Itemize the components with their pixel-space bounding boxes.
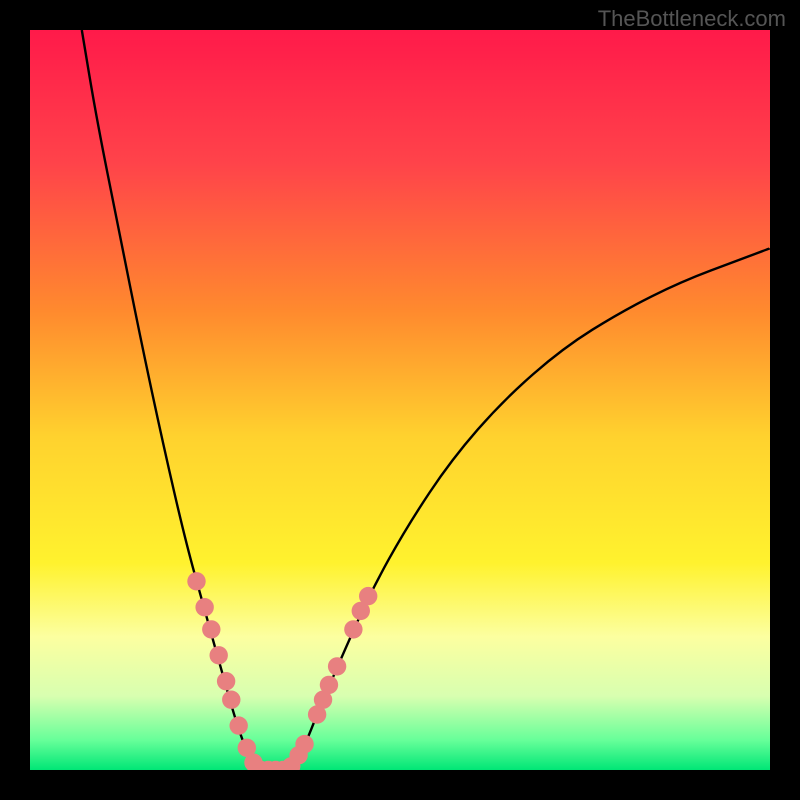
marker-point <box>217 672 235 690</box>
marker-point <box>328 657 346 675</box>
marker-point <box>222 691 240 709</box>
marker-point <box>359 587 377 605</box>
chart-svg <box>30 30 770 770</box>
marker-point <box>229 716 247 734</box>
marker-point <box>295 735 313 753</box>
chart-background <box>30 30 770 770</box>
marker-point <box>344 620 362 638</box>
marker-point <box>210 646 228 664</box>
watermark-text: TheBottleneck.com <box>598 6 786 32</box>
marker-point <box>202 620 220 638</box>
marker-point <box>195 598 213 616</box>
marker-point <box>320 676 338 694</box>
marker-point <box>187 572 205 590</box>
chart-canvas <box>30 30 770 770</box>
